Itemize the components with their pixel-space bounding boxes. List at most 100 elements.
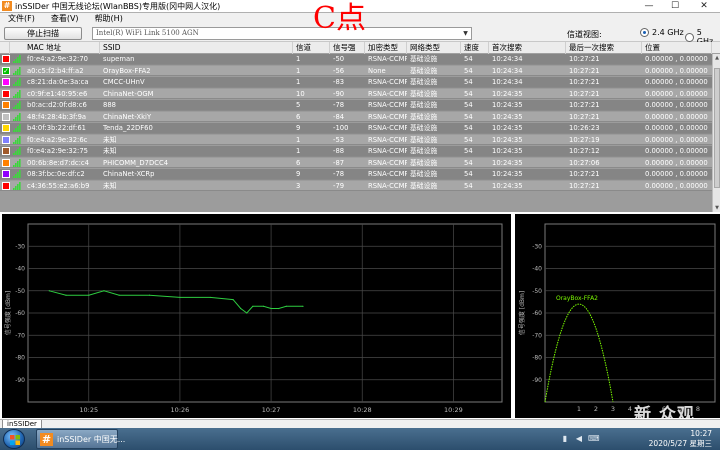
network-icon[interactable]: ▮ bbox=[560, 434, 570, 444]
table-row[interactable]: 48:f4:28:4b:3f:9a ChinaNet-XkiY 6 -84 RSNA-C… bbox=[0, 111, 712, 123]
window-title: inSSIDer 中国无线论坛(WlanBBS)专用版(冈中网人汉化) bbox=[15, 1, 221, 11]
app-icon: # bbox=[2, 1, 12, 11]
table-row[interactable]: c8:21:da:0e:3a:ca CMCC-UHnV 1 -83 RSNA-CCMP 基… bbox=[0, 77, 712, 88]
y-tick-label: -50 bbox=[15, 288, 25, 295]
volume-icon[interactable]: ◀ bbox=[574, 434, 584, 444]
cell-last: 10:27:21 bbox=[569, 101, 600, 109]
checkbox-icon[interactable] bbox=[2, 124, 10, 132]
header-speed[interactable]: 速度 bbox=[461, 42, 489, 54]
cell-first: 10:24:35 bbox=[492, 147, 523, 155]
header-mac[interactable]: MAC 地址 bbox=[24, 42, 100, 54]
cell-last: 10:26:23 bbox=[569, 124, 600, 132]
scrollbar-thumb[interactable] bbox=[714, 68, 720, 188]
cell-location: 0.00000 , 0.00000 bbox=[645, 66, 708, 75]
data-point bbox=[232, 299, 234, 301]
channel-curve bbox=[544, 303, 614, 403]
checkbox-icon[interactable] bbox=[2, 89, 10, 98]
cell-mac: c8:21:da:0e:3a:ca bbox=[27, 78, 89, 86]
checkbox-icon[interactable] bbox=[2, 147, 10, 155]
table-row[interactable]: f0:e4:a2:9e:32:70 supeman 1 -50 RSNA-CCMP 基础设… bbox=[0, 54, 712, 65]
header-location[interactable]: 位置 bbox=[642, 42, 712, 54]
cell-first: 10:24:35 bbox=[492, 135, 523, 144]
radio-selected-icon[interactable] bbox=[640, 28, 649, 37]
chevron-down-icon[interactable]: ▼ bbox=[460, 28, 471, 39]
cell-first: 10:24:34 bbox=[492, 55, 523, 63]
table-row[interactable]: c0:9f:e1:40:95:e6 ChinaNet-OGM 10 -90 RSNA-C… bbox=[0, 88, 712, 100]
start-button[interactable] bbox=[3, 429, 25, 449]
header-network-type[interactable]: 网络类型 bbox=[407, 42, 461, 54]
channel-graph: -30-40-50-60-70-80-901 2 3 4 5 6 7 8信号强度 [dBm] O… bbox=[518, 223, 716, 413]
scroll-down-icon[interactable]: ▼ bbox=[713, 204, 720, 212]
adapter-select[interactable]: Intel(R) WiFi Link 5100 AGN ▼ bbox=[92, 27, 472, 40]
signal-strength-icon bbox=[13, 124, 21, 132]
cell-channel: 1 bbox=[296, 55, 301, 63]
cell-first: 10:24:35 bbox=[492, 124, 523, 132]
scroll-up-icon[interactable]: ▲ bbox=[713, 54, 720, 62]
cell-network: 基础设施 bbox=[410, 181, 438, 190]
table-row[interactable]: b0:ac:d2:0f:d8:c6 888 5 -78 RSNA-CCMP 基础设施 54 1… bbox=[0, 100, 712, 111]
close-button[interactable]: ✕ bbox=[688, 0, 720, 13]
table-row[interactable]: b4:0f:3b:22:df:61 Tenda_22DF60 9 -100 RSNA-C… bbox=[0, 123, 712, 134]
checkbox-icon[interactable] bbox=[2, 55, 10, 63]
checkbox-icon[interactable] bbox=[2, 78, 10, 86]
y-tick-label: -70 bbox=[532, 332, 542, 339]
cell-network: 基础设施 bbox=[410, 101, 438, 109]
checkbox-icon[interactable] bbox=[2, 101, 10, 109]
checkbox-icon[interactable] bbox=[2, 181, 10, 190]
header-first-seen[interactable]: 首次搜索 bbox=[489, 42, 566, 54]
band-radio-2-4ghz[interactable]: 2.4 GHz bbox=[640, 28, 684, 37]
taskbar-button-label: inSSIDer 中国无... bbox=[57, 435, 126, 444]
stop-scan-button[interactable]: 停止扫描 bbox=[4, 27, 82, 40]
table-row[interactable]: ✓ a0:c5:f2:b4:ff:a2 OrayBox-FFA2 1 -56 None 基础… bbox=[0, 65, 712, 77]
checkbox-icon[interactable] bbox=[2, 135, 10, 144]
cell-ssid: CMCC-UHnV bbox=[103, 78, 145, 86]
cell-channel: 9 bbox=[296, 124, 301, 132]
cell-speed: 54 bbox=[464, 135, 473, 144]
clock-date: 2020/5/27 星期三 bbox=[648, 439, 712, 448]
header-rssi[interactable]: 信号强 bbox=[330, 42, 365, 54]
y-axis-label: 信号强度 [dBm] bbox=[518, 291, 526, 335]
checkbox-icon[interactable] bbox=[2, 112, 10, 121]
x-tick-label: 10:25 bbox=[79, 406, 98, 414]
taskbar: # inSSIDer 中国无... ▮ ◀ ⌨ 10:27 2020/5/27 … bbox=[0, 428, 720, 450]
cell-mac: 08:3f:bc:0e:df:c2 bbox=[27, 170, 85, 178]
cell-network: 基础设施 bbox=[410, 158, 438, 167]
taskbar-inssider-button[interactable]: # inSSIDer 中国无... bbox=[36, 429, 125, 449]
cell-security: RSNA-CCMP bbox=[368, 112, 407, 121]
cell-channel: 3 bbox=[296, 181, 301, 190]
cell-network: 基础设施 bbox=[410, 112, 438, 121]
signal-strength-icon bbox=[13, 55, 21, 63]
minimize-button[interactable]: — bbox=[636, 0, 662, 13]
maximize-button[interactable]: ☐ bbox=[662, 0, 688, 13]
table-scrollbar[interactable]: ▲ ▼ bbox=[712, 54, 720, 212]
y-tick-label: -50 bbox=[532, 288, 542, 295]
table-row[interactable]: c4:36:55:e2:a6:b9 未知 3 -79 RSNA-CCMP 基础设施 54 10… bbox=[0, 180, 712, 192]
clock[interactable]: 10:27 2020/5/27 星期三 bbox=[649, 429, 712, 449]
table-row[interactable]: f0:e4:a2:9e:32:6c 未知 1 -53 RSNA-CCMP 基础设施 54 10… bbox=[0, 134, 712, 146]
tab-bar: inSSIDer bbox=[0, 419, 720, 429]
checkbox-icon[interactable] bbox=[2, 158, 10, 167]
cell-first: 10:24:35 bbox=[492, 112, 523, 121]
header-security[interactable]: 加密类型 bbox=[365, 42, 407, 54]
header-channel[interactable]: 信道 bbox=[293, 42, 330, 54]
table-row[interactable]: f0:e4:a2:9e:32:75 未知 1 -88 RSNA-CCMP 基础设施 54 10… bbox=[0, 146, 712, 157]
x-tick-label: 10:27 bbox=[262, 406, 281, 414]
window-controls: — ☐ ✕ bbox=[636, 0, 720, 13]
checkbox-icon[interactable] bbox=[2, 170, 10, 178]
cell-network: 基础设施 bbox=[410, 147, 438, 155]
table-row[interactable]: 08:3f:bc:0e:df:c2 ChinaNet-XCRp 9 -78 RSNA-C… bbox=[0, 169, 712, 180]
keyboard-icon[interactable]: ⌨ bbox=[588, 434, 600, 444]
cell-rssi: -90 bbox=[333, 89, 345, 98]
cell-location: 0.00000 , 0.00000 bbox=[645, 55, 708, 63]
table-row[interactable]: 00:6b:8e:d7:dc:c4 PHICOMM_D7DCC4 6 -87 RSNA-… bbox=[0, 157, 712, 169]
signal-strength-icon bbox=[13, 170, 21, 178]
data-point bbox=[246, 312, 248, 314]
header-ssid[interactable]: SSID bbox=[100, 42, 293, 54]
x-tick-label: 10:26 bbox=[171, 406, 190, 414]
checkbox-checked-icon[interactable]: ✓ bbox=[2, 66, 10, 75]
radio-unselected-icon[interactable] bbox=[685, 32, 694, 42]
menu-file[interactable]: 文件(F) bbox=[0, 13, 43, 25]
menu-help[interactable]: 帮助(H) bbox=[87, 13, 131, 25]
header-last-seen[interactable]: 最后一次搜索 bbox=[566, 42, 642, 54]
menu-view[interactable]: 查看(V) bbox=[43, 13, 87, 25]
